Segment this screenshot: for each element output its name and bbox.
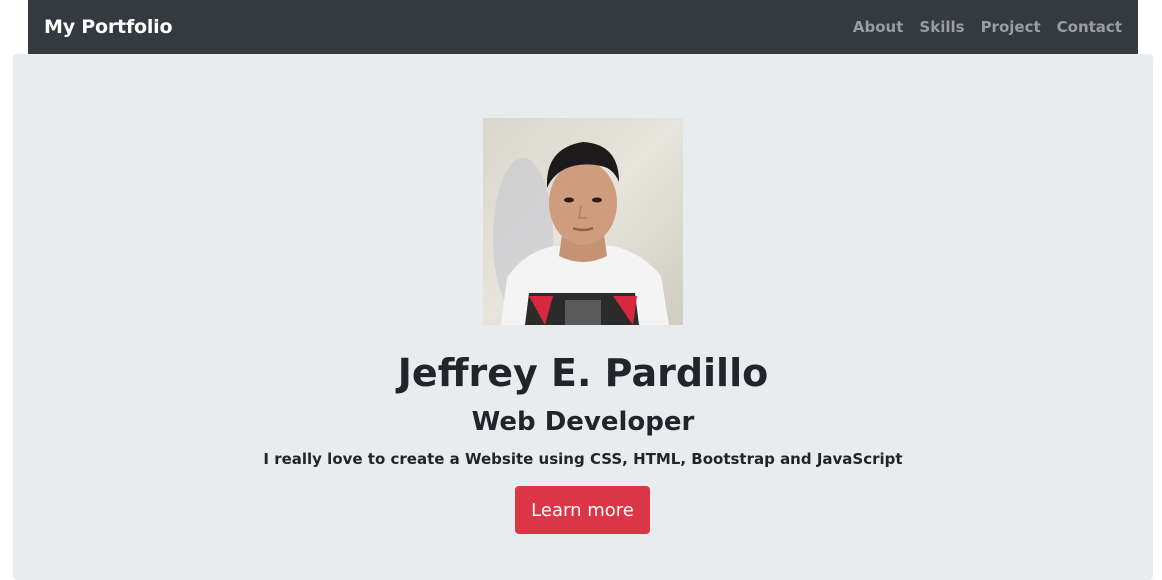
navbar: My Portfolio About Skills Project Contac… bbox=[28, 0, 1138, 54]
profile-photo bbox=[483, 118, 683, 325]
hero-tagline: I really love to create a Website using … bbox=[263, 450, 903, 468]
navbar-brand[interactable]: My Portfolio bbox=[44, 16, 173, 38]
hero-role: Web Developer bbox=[471, 407, 695, 437]
nav-links: About Skills Project Contact bbox=[853, 18, 1122, 36]
nav-link-project[interactable]: Project bbox=[981, 18, 1041, 36]
nav-link-contact[interactable]: Contact bbox=[1057, 18, 1122, 36]
hero-name: Jeffrey E. Pardillo bbox=[397, 351, 769, 395]
hero-section: Jeffrey E. Pardillo Web Developer I real… bbox=[13, 54, 1153, 580]
nav-link-about[interactable]: About bbox=[853, 18, 904, 36]
learn-more-button[interactable]: Learn more bbox=[515, 486, 650, 534]
nav-link-skills[interactable]: Skills bbox=[919, 18, 964, 36]
